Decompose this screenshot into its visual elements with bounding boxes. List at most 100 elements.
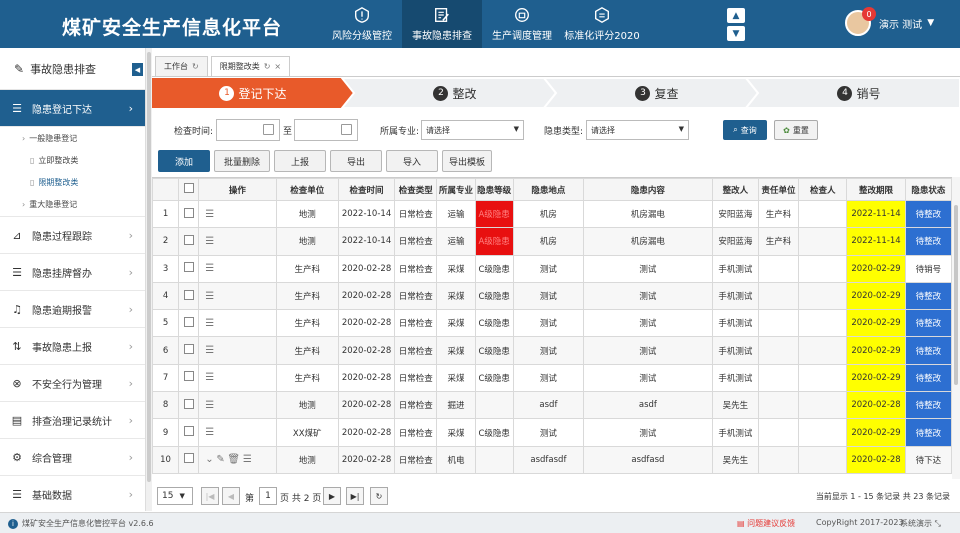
col-major[interactable]: 所属专业 — [436, 178, 476, 201]
menu-icon[interactable]: ☰ — [205, 263, 214, 274]
table-scrollbar[interactable] — [952, 177, 960, 479]
row-checkbox-cell[interactable] — [178, 281, 200, 311]
refresh-button[interactable]: ↻ — [370, 487, 388, 505]
menu-icon[interactable]: ☰ — [205, 291, 214, 302]
row-checkbox[interactable] — [183, 207, 194, 218]
col-select-all[interactable] — [178, 178, 200, 201]
sidebar-sub-deadline[interactable]: ▯ 限期整改类 — [0, 171, 145, 193]
edit-icon[interactable]: ✎ — [216, 454, 224, 465]
sidebar-item-report[interactable]: ⇅ 事故隐患上报 › — [0, 328, 145, 365]
refresh-icon[interactable]: ↻ — [192, 62, 199, 71]
nav-hazard-check[interactable]: 事故隐患排查 — [402, 0, 482, 48]
row-checkbox-cell[interactable] — [178, 445, 200, 474]
refresh-icon[interactable]: ↻ — [264, 62, 271, 71]
last-page-button[interactable]: ▶| — [346, 487, 364, 505]
col-content[interactable]: 隐患内容 — [583, 178, 713, 201]
scrollbar-thumb[interactable] — [954, 205, 958, 385]
row-checkbox-cell[interactable] — [178, 309, 200, 338]
sidebar-item-basic-data[interactable]: ☰ 基础数据 › — [0, 476, 145, 511]
select-all-checkbox[interactable] — [183, 183, 194, 193]
delete-icon[interactable]: 🗑 — [227, 454, 240, 465]
nav-dispatch[interactable]: 生产调度管理 — [482, 0, 562, 48]
table-row[interactable]: 9 ☰ XX煤矿 2020-02-28 日常检查 采煤 C级隐患 测试 测试 手机测试 2020-0… — [152, 418, 952, 447]
row-checkbox-cell[interactable] — [178, 199, 200, 229]
menu-icon[interactable]: ☰ — [205, 400, 214, 411]
table-row[interactable]: 6 ☰ 生产科 2020-02-28 日常检查 采煤 C级隐患 测试 测试 手机测试 2020-02… — [152, 336, 952, 365]
col-resp[interactable]: 责任单位 — [757, 178, 800, 201]
table-row[interactable]: 1 ☰ 地测 2022-10-14 日常检查 运输 A级隐患 机房 机房漏电 安阳蓝海 生产科 202… — [152, 199, 952, 229]
major-select[interactable]: 请选择 ▼ — [421, 120, 524, 140]
row-checkbox[interactable] — [183, 344, 194, 355]
menu-icon[interactable]: ☰ — [205, 236, 214, 247]
col-place[interactable]: 隐患地点 — [512, 178, 585, 201]
add-button[interactable]: 添加 — [158, 150, 210, 172]
sidebar-sub-general[interactable]: › 一般隐患登记 — [0, 127, 145, 149]
step-register[interactable]: 1 登记下达 — [152, 78, 354, 108]
sidebar-item-statistics[interactable]: ▤ 排查治理记录统计 › — [0, 402, 145, 439]
expand-icon[interactable]: ⌄ — [205, 454, 213, 465]
sidebar-item-overdue[interactable]: ♫ 隐患逾期报警 › — [0, 291, 145, 328]
row-checkbox-cell[interactable] — [178, 391, 200, 420]
nav-scroll-down-button[interactable]: ▼ — [727, 26, 745, 41]
scrollbar-thumb[interactable] — [147, 52, 151, 482]
step-review[interactable]: 3 复查 — [556, 78, 758, 108]
type-select[interactable]: 请选择 ▼ — [586, 120, 689, 140]
menu-icon[interactable]: ☰ — [205, 209, 214, 220]
menu-icon[interactable]: ☰ — [205, 427, 214, 438]
row-checkbox[interactable] — [183, 398, 194, 409]
report-button[interactable]: 上报 — [274, 150, 326, 172]
sidebar-item-general-mgmt[interactable]: ⚙ 综合管理 › — [0, 439, 145, 476]
feedback-link[interactable]: ▤ 问题建议反馈 — [737, 518, 795, 529]
menu-icon[interactable]: ☰ — [205, 372, 214, 383]
page-size-select[interactable]: 15 ▼ — [157, 487, 193, 505]
sidebar-item-unsafe[interactable]: ⊗ 不安全行为管理 › — [0, 365, 145, 402]
calendar-icon[interactable] — [341, 124, 352, 135]
table-row[interactable]: 10 ⌄ ✎ 🗑 ☰ 地测 2020-02-28 日常检查 机电 asdfasdf asdfa… — [152, 445, 952, 474]
col-status[interactable]: 隐患状态 — [904, 178, 952, 201]
system-demo[interactable]: 系统演示 ⤡ — [900, 518, 941, 529]
row-checkbox-cell[interactable] — [178, 254, 200, 283]
sidebar-item-tracking[interactable]: ⊿ 隐患过程跟踪 › — [0, 217, 145, 254]
row-checkbox-cell[interactable] — [178, 418, 200, 447]
reset-button[interactable]: ✿ 重置 — [774, 120, 818, 140]
table-row[interactable]: 4 ☰ 生产科 2020-02-28 日常检查 采煤 C级隐患 测试 测试 手机测试 2020-02… — [152, 281, 952, 311]
row-checkbox[interactable] — [183, 234, 194, 245]
next-page-button[interactable]: ▶ — [323, 487, 341, 505]
table-row[interactable]: 8 ☰ 地测 2020-02-28 日常检查 掘进 asdf asdf 吴先生 2020-02-2… — [152, 391, 952, 420]
col-action[interactable]: 操作 — [198, 178, 277, 201]
export-template-button[interactable]: 导出模板 — [442, 150, 492, 172]
table-row[interactable]: 5 ☰ 生产科 2020-02-28 日常检查 采煤 C级隐患 测试 测试 手机测试 2020-02… — [152, 309, 952, 338]
col-time[interactable]: 检查时间 — [337, 178, 396, 201]
menu-icon[interactable]: ☰ — [243, 454, 252, 465]
row-checkbox[interactable] — [183, 453, 194, 464]
user-menu[interactable]: 0 演示 测试 ▼ — [845, 7, 934, 36]
table-row[interactable]: 2 ☰ 地测 2022-10-14 日常检查 运输 A级隐患 机房 机房漏电 安阳蓝海 生产科 202… — [152, 227, 952, 256]
row-checkbox[interactable] — [183, 289, 194, 300]
menu-icon[interactable]: ☰ — [205, 345, 214, 356]
step-close[interactable]: 4 销号 — [758, 78, 960, 108]
row-checkbox[interactable] — [183, 426, 194, 437]
tab-deadline[interactable]: 限期整改类 ↻ × — [210, 56, 291, 76]
batch-delete-button[interactable]: 批量删除 — [214, 150, 270, 172]
row-checkbox-cell[interactable] — [178, 227, 200, 256]
row-checkbox[interactable] — [183, 262, 194, 273]
row-checkbox[interactable] — [183, 316, 194, 327]
import-button[interactable]: 导入 — [386, 150, 438, 172]
nav-standard-score[interactable]: 标准化评分2020 — [562, 0, 642, 48]
sidebar-item-register[interactable]: ☰ 隐患登记下达 › — [0, 90, 145, 127]
start-date-input[interactable] — [216, 119, 280, 141]
nav-risk-control[interactable]: 风险分级管控 — [322, 0, 402, 48]
menu-icon[interactable]: ☰ — [205, 318, 214, 329]
col-deadline[interactable]: 整改期限 — [846, 178, 906, 201]
col-type[interactable]: 检查类型 — [394, 178, 438, 201]
step-rectify[interactable]: 2 整改 — [354, 78, 556, 108]
sidebar-sub-immediate[interactable]: ▯ 立即整改类 — [0, 149, 145, 171]
col-inspector[interactable]: 检查人 — [798, 178, 848, 201]
sidebar-sub-major[interactable]: › 重大隐患登记 — [0, 193, 145, 217]
row-checkbox[interactable] — [183, 371, 194, 382]
sidebar-item-supervise[interactable]: ☰ 隐患挂牌督办 › — [0, 254, 145, 291]
row-checkbox-cell[interactable] — [178, 336, 200, 365]
col-level[interactable]: 隐患等级 — [474, 178, 514, 201]
page-input[interactable]: 1 — [259, 487, 277, 505]
tab-workbench[interactable]: 工作台 ↻ — [155, 56, 208, 76]
